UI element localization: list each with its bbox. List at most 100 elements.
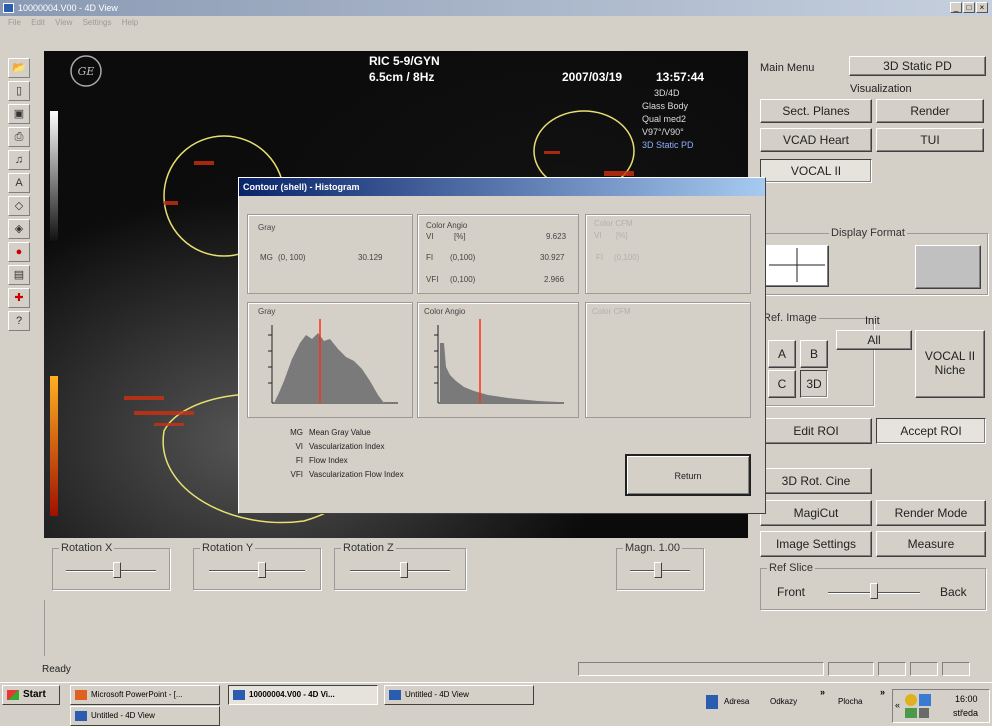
vfi-label: VFI xyxy=(426,275,439,284)
menu-edit[interactable]: Edit xyxy=(31,18,45,27)
rotation-x-group: Rotation X xyxy=(52,542,170,590)
text-a-icon[interactable]: A xyxy=(8,173,30,193)
legend-vfi: Vascularization Flow Index xyxy=(309,470,404,479)
image-icon[interactable]: ▤ xyxy=(8,265,30,285)
menu-view[interactable]: View xyxy=(55,18,72,27)
vi-value: 9.623 xyxy=(546,232,567,241)
cfm-histogram-label: Color CFM xyxy=(592,307,631,316)
taskbar-item-4dview-active[interactable]: 10000004.V00 - 4D Vi... xyxy=(228,685,378,705)
tray-shield-icon[interactable] xyxy=(905,694,917,706)
status-cell-3 xyxy=(878,662,906,676)
sound-icon[interactable]: ♫ xyxy=(8,150,30,170)
start-label: Start xyxy=(23,689,46,700)
taskbar-item-untitled-2[interactable]: Untitled - 4D View xyxy=(70,706,220,726)
vi-unit: [%] xyxy=(454,232,466,241)
taskbar-item-label: Untitled - 4D View xyxy=(405,690,469,699)
mg-label: MG xyxy=(260,253,273,262)
angio-stats-panel: Color Angio VI [%] 9.623 FI (0,100) 30.9… xyxy=(417,214,579,294)
ref-slice-label: Ref Slice xyxy=(767,562,816,574)
new-icon[interactable]: ▯ xyxy=(8,81,30,101)
ref-image-b[interactable]: B xyxy=(800,340,828,368)
tab-3d-static-pd[interactable]: 3D Static PD xyxy=(849,56,986,76)
fi-range: (0,100) xyxy=(450,253,476,262)
rotation-z-thumb[interactable] xyxy=(400,562,408,578)
address-icon xyxy=(706,695,718,709)
bottom-area xyxy=(44,600,744,656)
ref-slice-thumb[interactable] xyxy=(870,583,878,599)
layout-quad-button[interactable] xyxy=(765,245,829,287)
rotation-y-thumb[interactable] xyxy=(258,562,266,578)
cfm-stats-panel: Color CFM VI [%] FI (0,100) xyxy=(585,214,751,294)
measure-icon[interactable]: ✚ xyxy=(8,288,30,308)
minimize-button[interactable]: _ xyxy=(950,2,962,13)
record-icon[interactable]: ● xyxy=(8,242,30,262)
cfm-fi-label: FI xyxy=(596,253,604,262)
diamond-alt-icon[interactable]: ◈ xyxy=(8,219,30,239)
menu-settings[interactable]: Settings xyxy=(83,18,112,27)
render-mode-button[interactable]: Render Mode xyxy=(876,500,986,526)
vcad-heart-button[interactable]: VCAD Heart xyxy=(760,128,872,152)
menu-file[interactable]: File xyxy=(8,18,21,27)
legend-keys: MG VI FI VFI xyxy=(283,426,303,482)
rotation-x-thumb[interactable] xyxy=(113,562,121,578)
gray-stats-label: Gray xyxy=(258,223,276,232)
edit-roi-button[interactable]: Edit ROI xyxy=(760,418,872,444)
rotation-x-track[interactable] xyxy=(66,570,156,572)
close-button[interactable]: × xyxy=(976,2,988,13)
histogram-dialog: Contour (shell) - Histogram Gray MG (0, … xyxy=(238,177,766,514)
status-cell-5 xyxy=(942,662,970,676)
legend-values: Mean Gray Value Vascularization Index Fl… xyxy=(309,426,404,482)
depth-label: 6.5cm / 8Hz xyxy=(369,70,434,84)
tray-chevron-icon[interactable]: « xyxy=(895,700,900,710)
links-chevron-icon[interactable]: » xyxy=(820,687,825,697)
desktop-chevron-icon[interactable]: » xyxy=(880,687,885,697)
ref-image-c[interactable]: C xyxy=(768,370,796,398)
tray-network-icon[interactable] xyxy=(919,694,931,706)
magicut-button[interactable]: MagiCut xyxy=(760,500,872,526)
fi-value: 30.927 xyxy=(540,253,565,262)
image-settings-button[interactable]: Image Settings xyxy=(760,531,872,557)
measure-button[interactable]: Measure xyxy=(876,531,986,557)
layout-single-button[interactable] xyxy=(915,245,981,289)
rotation-y-track[interactable] xyxy=(209,570,305,572)
init-all-button[interactable]: All xyxy=(836,330,912,350)
main-menu-label[interactable]: Main Menu xyxy=(760,62,814,74)
taskbar-item-untitled-1[interactable]: Untitled - 4D View xyxy=(384,685,534,705)
tray-app-icon[interactable] xyxy=(905,708,917,718)
maximize-button[interactable]: □ xyxy=(963,2,975,13)
return-button[interactable]: Return xyxy=(625,454,751,496)
title-bar: 10000004.V00 - 4D View _ □ × xyxy=(0,0,992,16)
sect-planes-button[interactable]: Sect. Planes xyxy=(760,99,872,123)
ref-image-a[interactable]: A xyxy=(768,340,796,368)
status-cell-4 xyxy=(910,662,938,676)
cfm-vi-unit: [%] xyxy=(616,231,628,240)
open-icon[interactable]: 📂 xyxy=(8,58,30,78)
diamond-icon[interactable]: ◇ xyxy=(8,196,30,216)
clock-time: 16:00 xyxy=(955,694,978,704)
3d-rot-cine-button[interactable]: 3D Rot. Cine xyxy=(760,468,872,494)
clock-day: středa xyxy=(953,708,979,718)
desktop-label[interactable]: Plocha xyxy=(838,697,862,706)
menu-help[interactable]: Help xyxy=(122,18,138,27)
vocal-niche-button[interactable]: VOCAL II Niche xyxy=(915,330,985,398)
magn-label: Magn. 1.00 xyxy=(623,542,683,554)
accept-roi-button[interactable]: Accept ROI xyxy=(876,418,986,444)
gray-scale-bar xyxy=(50,111,58,241)
vfi-range: (0,100) xyxy=(450,275,476,284)
render-button[interactable]: Render xyxy=(876,99,984,123)
taskbar: Start Microsoft PowerPoint - [... 100000… xyxy=(0,682,992,726)
tray-sound-icon[interactable] xyxy=(919,708,929,718)
start-button[interactable]: Start xyxy=(2,685,60,705)
fi-label: FI xyxy=(426,253,434,262)
address-label[interactable]: Adresa xyxy=(724,697,749,706)
tui-button[interactable]: TUI xyxy=(876,128,984,152)
links-label[interactable]: Odkazy xyxy=(770,697,797,706)
legend-vi: Vascularization Index xyxy=(309,442,385,451)
save-icon[interactable]: ▣ xyxy=(8,104,30,124)
print-icon[interactable]: ⎙ xyxy=(8,127,30,147)
magn-thumb[interactable] xyxy=(654,562,662,578)
ref-image-3d[interactable]: 3D xyxy=(800,370,828,398)
vocal-ii-button[interactable]: VOCAL II xyxy=(760,159,872,183)
taskbar-item-powerpoint[interactable]: Microsoft PowerPoint - [... xyxy=(70,685,220,705)
help-icon[interactable]: ? xyxy=(8,311,30,331)
